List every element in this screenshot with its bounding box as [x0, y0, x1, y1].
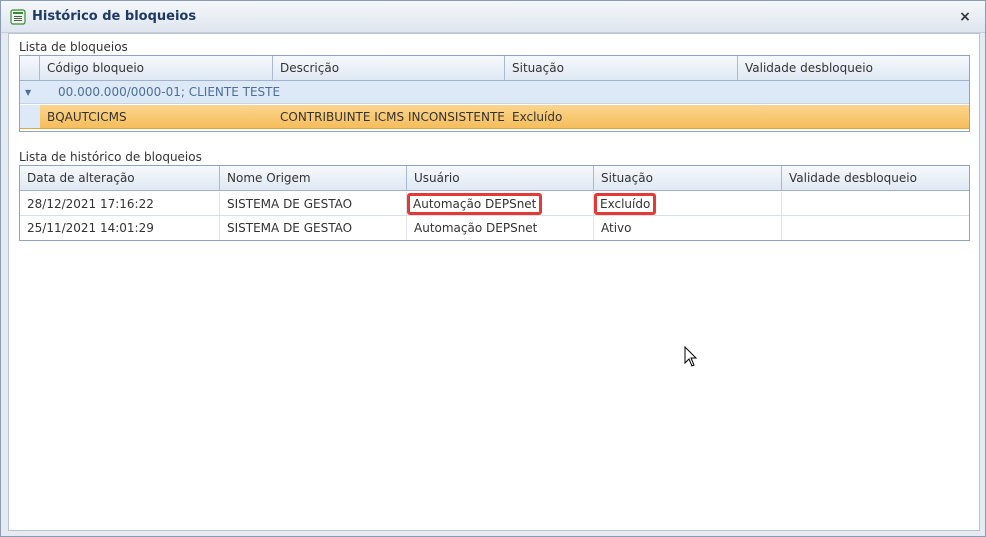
- historico-grid[interactable]: Data de alteração Nome Origem Usuário Si…: [19, 165, 970, 241]
- triangle-down-icon[interactable]: ▼: [25, 81, 31, 104]
- close-icon: ×: [959, 9, 971, 25]
- col-data-alteracao[interactable]: Data de alteração: [20, 166, 220, 190]
- group-label: 00.000.000/0000-01; CLIENTE TESTE: [58, 85, 281, 99]
- window-title: Histórico de bloqueios: [32, 9, 197, 24]
- cell-codigo: BQAUTCICMS: [47, 110, 127, 124]
- historico-section-label: Lista de histórico de bloqueios: [19, 150, 202, 164]
- cell-data: 25/11/2021 14:01:29: [20, 216, 220, 240]
- cell-descricao: CONTRIBUINTE ICMS INCONSISTENTE: [280, 110, 505, 124]
- bloqueios-grid-header: Código bloqueio Descrição Situação Valid…: [20, 56, 969, 81]
- group-row[interactable]: ▼ 00.000.000/0000-01; CLIENTE TESTE: [20, 81, 969, 104]
- col-codigo-bloqueio[interactable]: Código bloqueio: [40, 56, 273, 80]
- col-validade-desbloqueio[interactable]: Validade desbloqueio: [738, 56, 969, 80]
- col-usuario[interactable]: Usuário: [407, 166, 594, 190]
- historico-window: Histórico de bloqueios × Lista de bloque…: [0, 0, 986, 537]
- cell-origem: SISTEMA DE GESTAO: [220, 192, 407, 215]
- col-nome-origem[interactable]: Nome Origem: [220, 166, 407, 190]
- col-situacao[interactable]: Situação: [505, 56, 738, 80]
- col-validade-hist[interactable]: Validade desbloqueio: [782, 166, 969, 190]
- cell-situacao: Ativo: [594, 216, 782, 240]
- table-row[interactable]: 25/11/2021 14:01:29 SISTEMA DE GESTAO Au…: [20, 216, 969, 240]
- close-button[interactable]: ×: [955, 7, 975, 27]
- title-bar[interactable]: Histórico de bloqueios ×: [1, 1, 985, 33]
- cell-validade: [782, 216, 969, 240]
- cell-situacao: Excluído: [512, 110, 563, 124]
- cell-validade: [782, 192, 969, 215]
- highlight-situacao: Excluído: [594, 193, 657, 215]
- bloqueios-grid[interactable]: Código bloqueio Descrição Situação Valid…: [19, 55, 970, 132]
- cell-usuario: Automação DEPSnet: [407, 192, 594, 215]
- cell-data: 28/12/2021 17:16:22: [20, 192, 220, 215]
- cell-validade: [738, 105, 969, 128]
- content-panel: Lista de bloqueios Código bloqueio Descr…: [8, 33, 980, 531]
- cell-situacao: Excluído: [594, 192, 782, 215]
- cell-origem: SISTEMA DE GESTAO: [220, 216, 407, 240]
- col-descricao[interactable]: Descrição: [273, 56, 505, 80]
- mouse-pointer-icon: [684, 346, 698, 367]
- col-situacao-hist[interactable]: Situação: [594, 166, 782, 190]
- cell-usuario: Automação DEPSnet: [407, 216, 594, 240]
- table-row[interactable]: 28/12/2021 17:16:22 SISTEMA DE GESTAO Au…: [20, 192, 969, 216]
- list-window-icon: [10, 9, 26, 25]
- highlight-usuario: Automação DEPSnet: [407, 193, 543, 215]
- row-indent: [20, 105, 40, 128]
- historico-grid-header: Data de alteração Nome Origem Usuário Si…: [20, 166, 969, 191]
- table-row[interactable]: BQAUTCICMS CONTRIBUINTE ICMS INCONSISTEN…: [20, 105, 969, 129]
- bloqueios-section-label: Lista de bloqueios: [19, 40, 128, 54]
- indicator-header: [20, 56, 40, 80]
